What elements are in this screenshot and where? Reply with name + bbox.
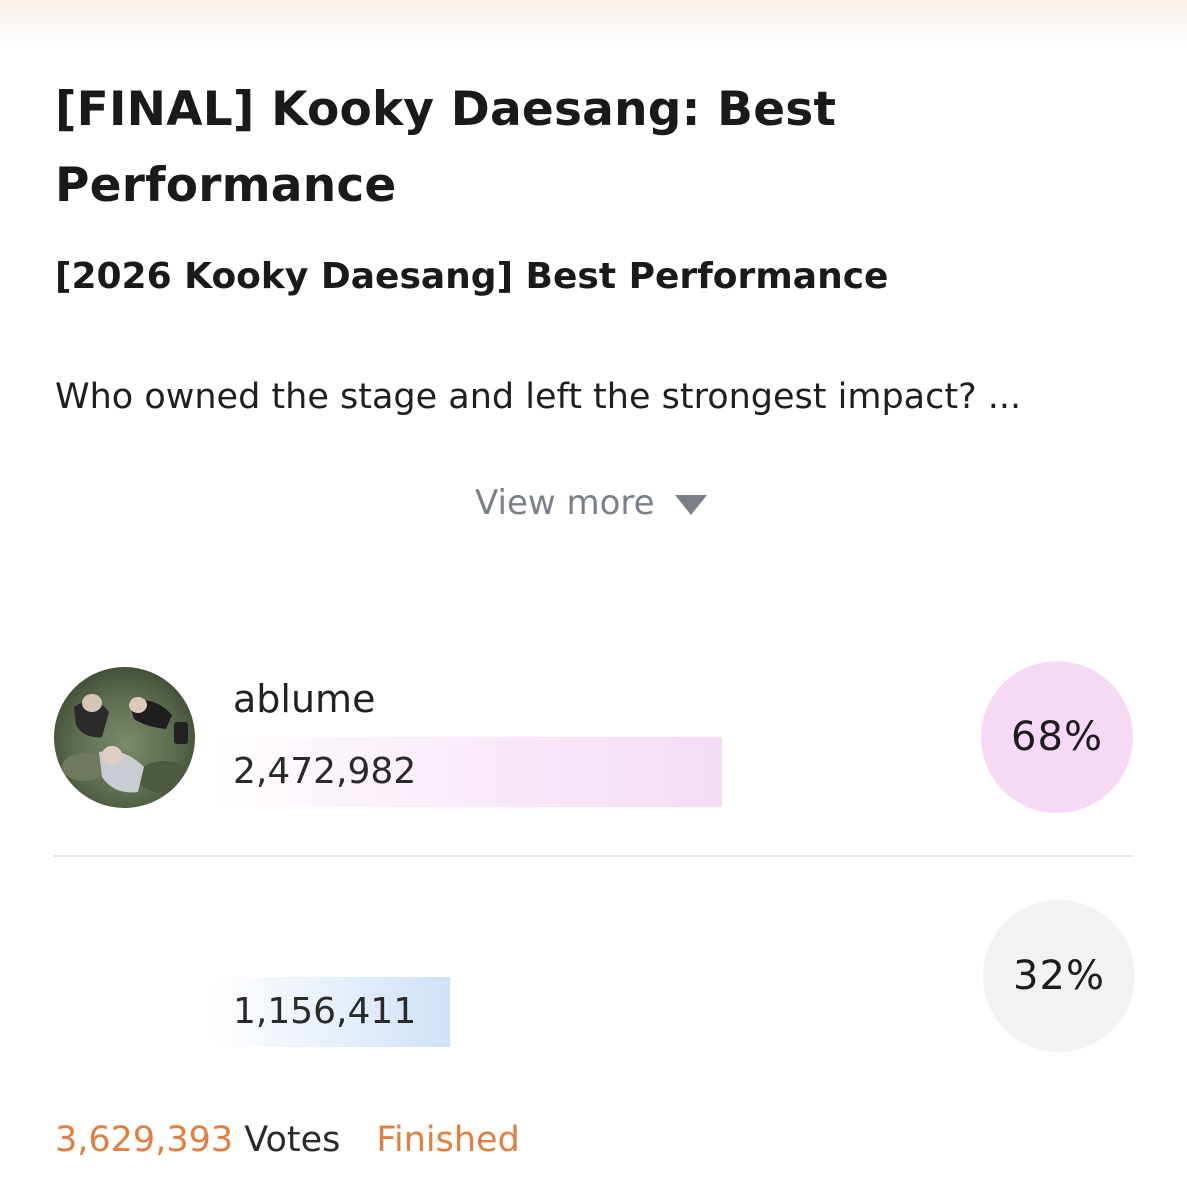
vote-bar: 2,472,982 [212,737,722,807]
poll-title: [FINAL] Kooky Daesang: Best Performance [55,82,837,213]
percent-label: 68% [1011,714,1103,760]
total-votes: 3,629,393 [55,1120,234,1160]
divider [54,855,1133,857]
view-more-label: View more [475,483,655,523]
view-more-button[interactable]: View more [475,478,707,528]
vote-count: 1,156,411 [233,991,417,1032]
poll-subtitle: [2026 Kooky Daesang] Best Performance [55,256,889,297]
vote-count: 2,472,982 [233,751,417,792]
percent-badge: 68% [981,661,1133,813]
top-fade [0,0,1187,48]
poll-status: Finished [376,1120,520,1160]
avatar-photo [54,667,195,808]
percent-label: 32% [1013,953,1105,999]
poll-description: Who owned the stage and left the stronge… [55,377,1022,417]
poll-footer: 3,629,393 Votes Finished [55,1114,520,1166]
candidate-name: ablume [233,677,376,721]
percent-badge: 32% [983,900,1135,1052]
triangle-down-icon [674,495,707,515]
candidate-avatar[interactable] [54,667,195,808]
vote-bar: 1,156,411 [212,977,450,1047]
votes-label: Votes [244,1120,341,1160]
